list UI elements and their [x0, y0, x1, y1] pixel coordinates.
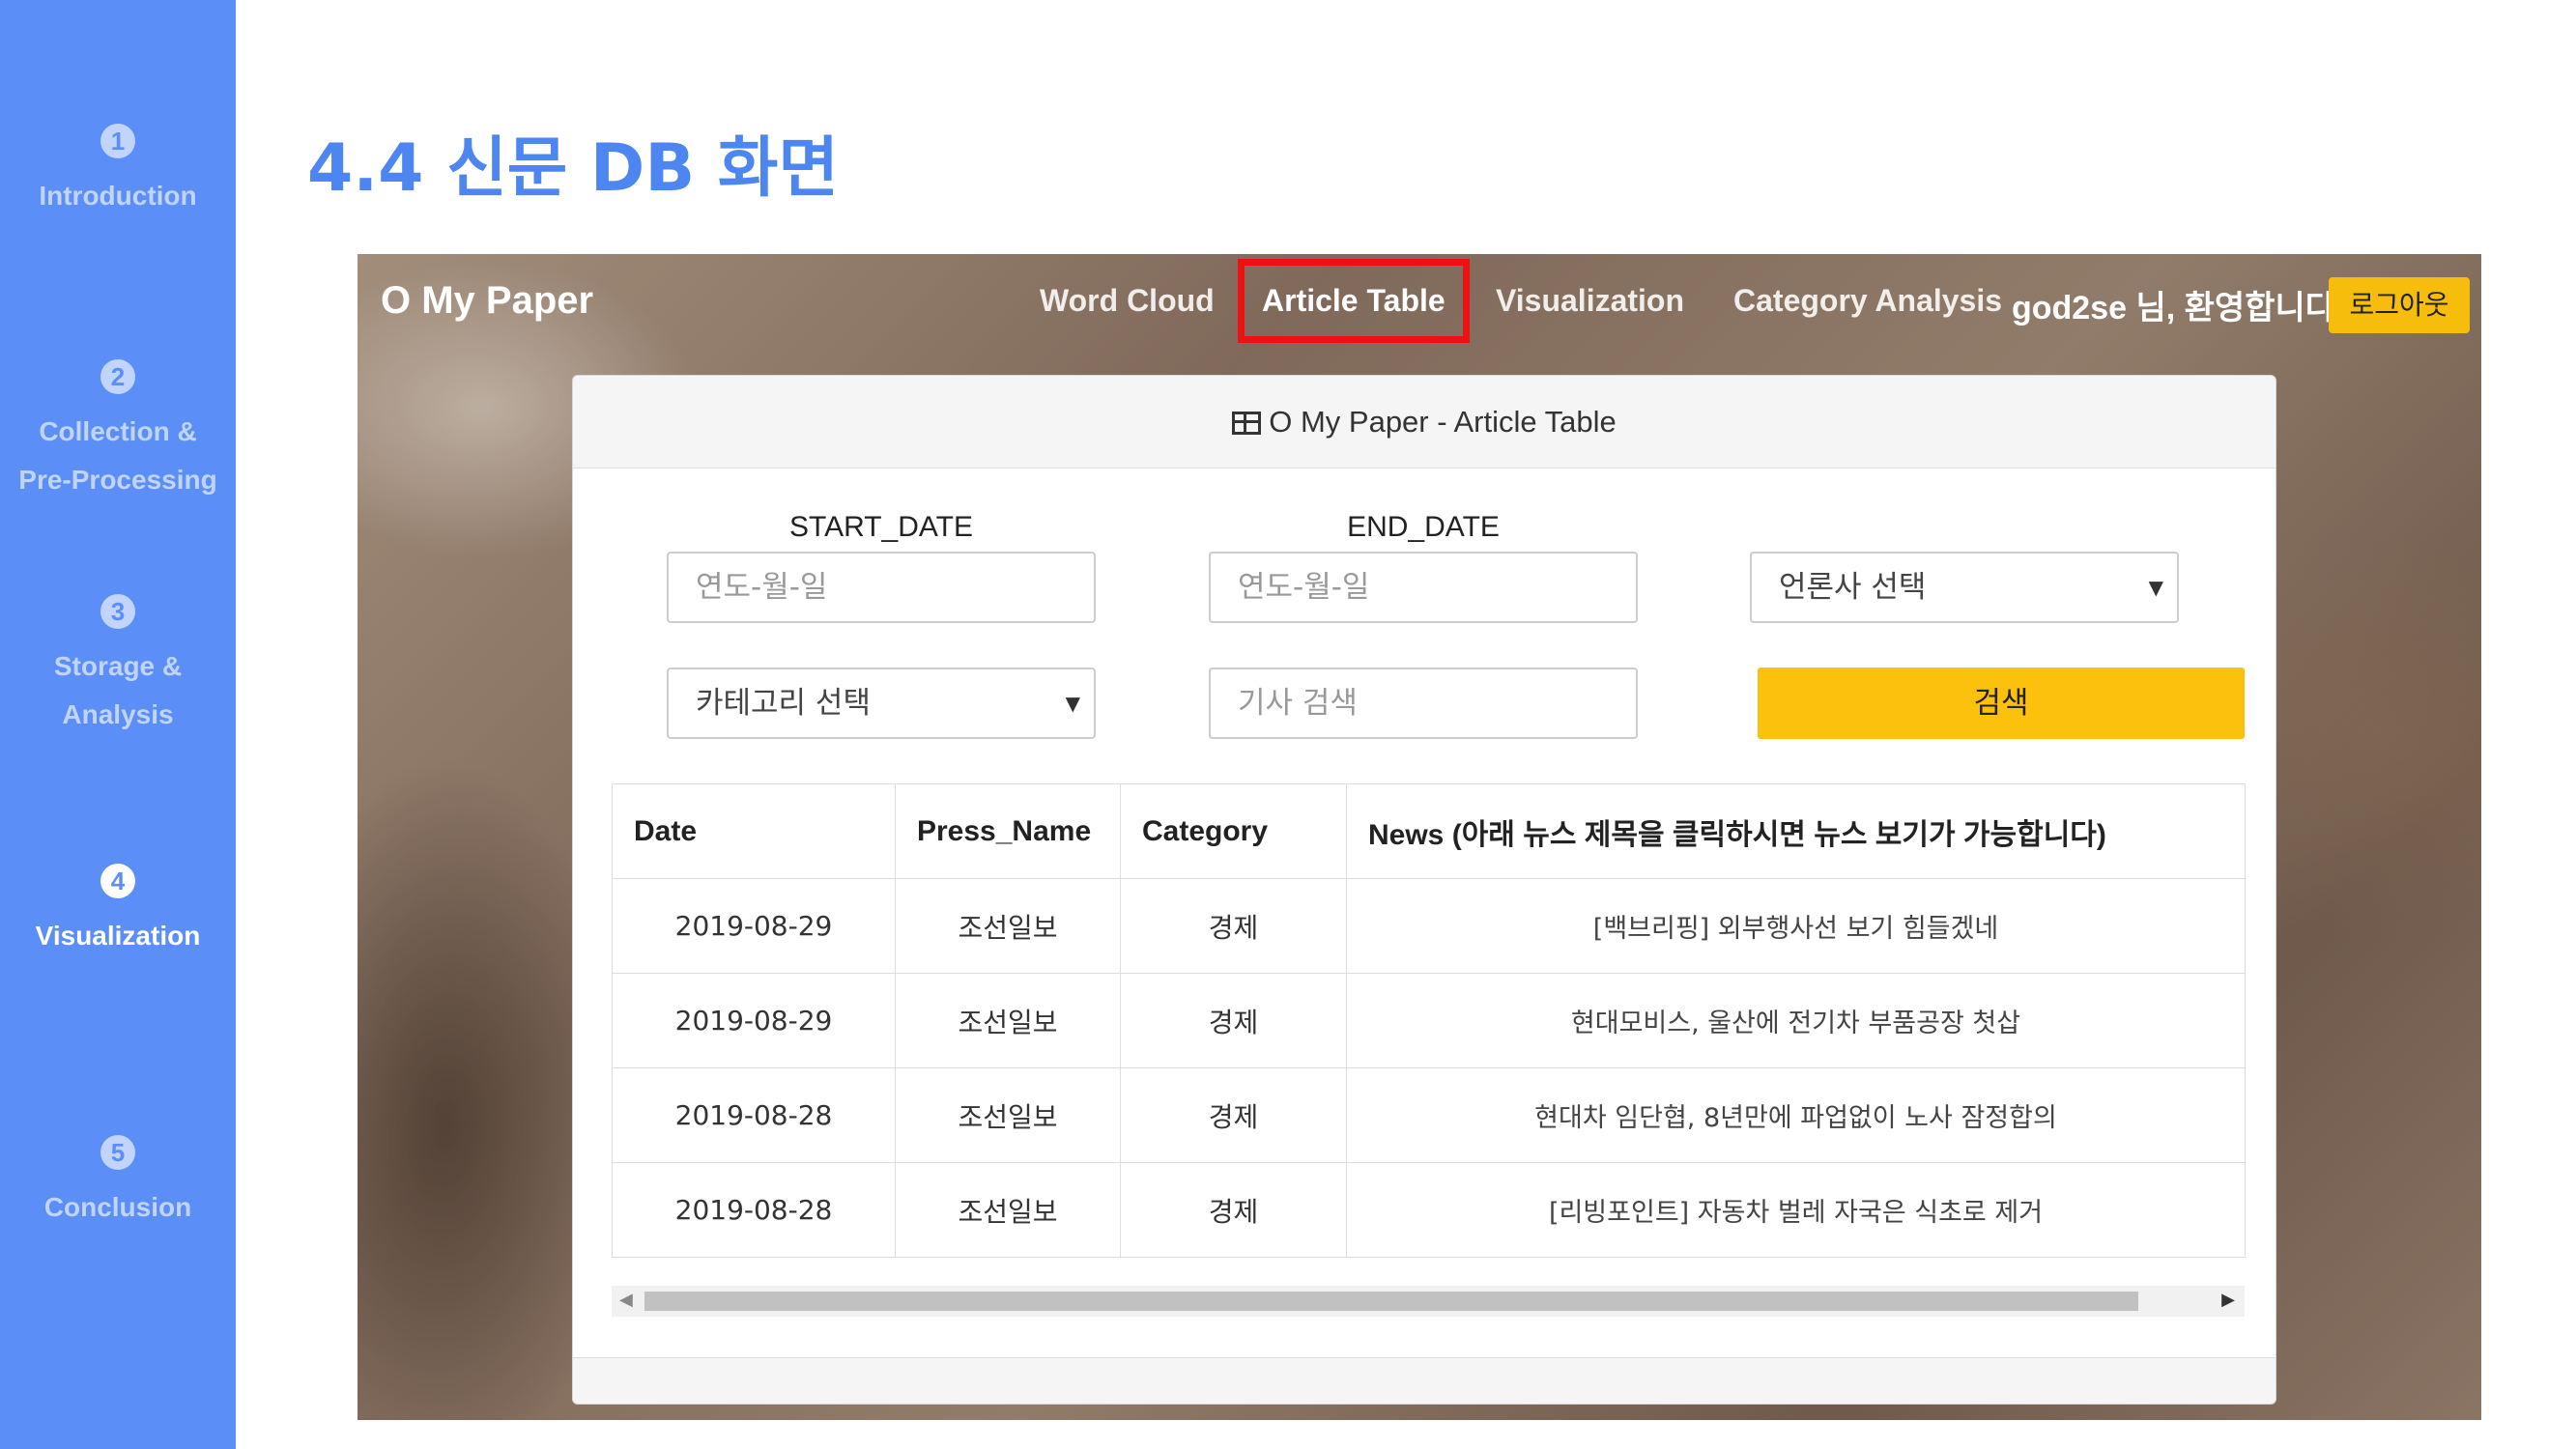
logout-button[interactable]: 로그아웃	[2329, 277, 2470, 333]
nav-article-table[interactable]: Article Table	[1238, 259, 1470, 343]
article-search-input[interactable]: 기사 검색	[1209, 668, 1638, 739]
table-icon	[1232, 412, 1262, 435]
cell-date: 2019-08-28	[612, 1067, 896, 1163]
horizontal-scrollbar[interactable]: ◀ ▶	[612, 1286, 2245, 1317]
category-select[interactable]: 카테고리 선택 ▼	[667, 668, 1096, 739]
step-number-icon: 3	[100, 594, 135, 629]
scroll-left-arrow-icon[interactable]: ◀	[619, 1290, 633, 1310]
welcome-text: god2se 님, 환영합니다.	[2012, 290, 2345, 327]
news-title-link[interactable]: 현대차 임단협, 8년만에 파업없이 노사 잠정합의	[1346, 1067, 2246, 1163]
news-table: Date Press_Name Category News (아래 뉴스 제목을…	[612, 783, 2246, 1258]
cell-press: 조선일보	[895, 878, 1121, 974]
sidebar-item-label: Conclusion	[43, 1192, 192, 1222]
chevron-down-icon: ▼	[1065, 692, 1080, 715]
news-title-link[interactable]: [백브리핑] 외부행사선 보기 힘들겠네	[1346, 878, 2246, 974]
search-button[interactable]: 검색	[1758, 668, 2245, 739]
cell-date: 2019-08-29	[612, 878, 896, 974]
scroll-right-arrow-icon[interactable]: ▶	[2221, 1290, 2235, 1310]
cell-category: 경제	[1120, 973, 1347, 1068]
start-date-input[interactable]: 연도-월-일	[667, 552, 1096, 623]
category-select-value: 카테고리 선택	[696, 686, 871, 721]
end-date-input[interactable]: 연도-월-일	[1209, 552, 1638, 623]
slide-title: 4.4 신문 DB 화면	[307, 130, 839, 207]
step-number-icon: 2	[100, 359, 135, 394]
column-header-category[interactable]: Category	[1120, 783, 1347, 879]
panel-footer	[573, 1357, 2275, 1404]
news-title-link[interactable]: 현대모비스, 울산에 전기차 부품공장 첫삽	[1346, 973, 2246, 1068]
sidebar-item-introduction[interactable]: 1 Introduction	[0, 124, 236, 220]
sidebar-item-collection[interactable]: 2 Collection & Pre-Processing	[0, 359, 236, 504]
cell-category: 경제	[1120, 1162, 1347, 1258]
table-row: 2019-08-29 조선일보 경제 [백브리핑] 외부행사선 보기 힘들겠네	[612, 878, 2246, 974]
end-date-label: END_DATE	[1347, 511, 1500, 543]
press-select-value: 언론사 선택	[1779, 570, 1927, 605]
sidebar-item-label: Storage & Analysis	[53, 651, 183, 729]
sidebar-item-visualization[interactable]: 4 Visualization	[0, 864, 236, 960]
news-title-link[interactable]: [리빙포인트] 자동차 벌레 자국은 식초로 제거	[1346, 1162, 2246, 1258]
start-date-label: START_DATE	[788, 511, 974, 543]
cell-date: 2019-08-28	[612, 1162, 896, 1258]
slide-sidebar: 1 Introduction 2 Collection & Pre-Proces…	[0, 0, 236, 1449]
table-header-row: Date Press_Name Category News (아래 뉴스 제목을…	[612, 783, 2246, 879]
app-brand[interactable]: O My Paper	[381, 279, 593, 323]
sidebar-item-conclusion[interactable]: 5 Conclusion	[0, 1135, 236, 1232]
column-header-news[interactable]: News (아래 뉴스 제목을 클릭하시면 뉴스 보기가 가능합니다)	[1346, 783, 2246, 879]
cell-press: 조선일보	[895, 1162, 1121, 1258]
cell-category: 경제	[1120, 878, 1347, 974]
press-select[interactable]: 언론사 선택 ▼	[1750, 552, 2179, 623]
sidebar-item-storage[interactable]: 3 Storage & Analysis	[0, 594, 236, 739]
column-header-press[interactable]: Press_Name	[895, 783, 1121, 879]
panel-header: O My Paper - Article Table	[573, 376, 2275, 469]
sidebar-item-label: Visualization	[35, 921, 201, 951]
sidebar-item-label: Collection & Pre-Processing	[18, 416, 217, 495]
cell-press: 조선일보	[895, 973, 1121, 1068]
nav-visualization[interactable]: Visualization	[1496, 283, 1684, 319]
article-table-panel: O My Paper - Article Table START_DATE 연도…	[572, 375, 2276, 1405]
nav-category-analysis[interactable]: Category Analysis	[1733, 283, 2002, 319]
table-row: 2019-08-28 조선일보 경제 현대차 임단협, 8년만에 파업없이 노사…	[612, 1067, 2246, 1163]
panel-title: O My Paper - Article Table	[1269, 405, 1617, 439]
cell-date: 2019-08-29	[612, 973, 896, 1068]
nav-word-cloud[interactable]: Word Cloud	[1040, 283, 1215, 319]
table-row: 2019-08-29 조선일보 경제 현대모비스, 울산에 전기차 부품공장 첫…	[612, 973, 2246, 1068]
chevron-down-icon: ▼	[2148, 576, 2163, 599]
sidebar-item-label: Introduction	[39, 181, 197, 211]
step-number-icon: 1	[100, 124, 135, 158]
cell-press: 조선일보	[895, 1067, 1121, 1163]
step-number-icon: 5	[100, 1135, 135, 1170]
column-header-date[interactable]: Date	[612, 783, 896, 879]
cell-category: 경제	[1120, 1067, 1347, 1163]
app-screenshot: O My Paper Word Cloud Article Table Visu…	[358, 254, 2481, 1420]
step-number-icon: 4	[100, 864, 135, 898]
table-row: 2019-08-28 조선일보 경제 [리빙포인트] 자동차 벌레 자국은 식초…	[612, 1162, 2246, 1258]
app-navbar: O My Paper Word Cloud Article Table Visu…	[358, 254, 2481, 351]
scrollbar-thumb[interactable]	[644, 1292, 2138, 1311]
